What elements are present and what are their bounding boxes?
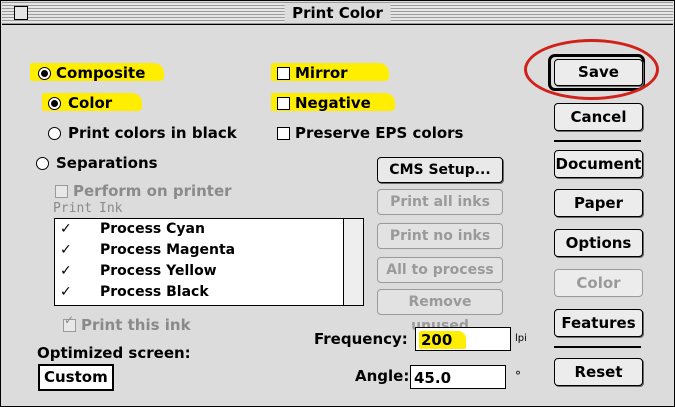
paper-button[interactable]: Paper — [554, 189, 643, 217]
reset-button[interactable]: Reset — [554, 358, 643, 386]
dialog-title: Print Color — [284, 3, 391, 23]
frequency-value: 200 — [419, 331, 467, 349]
negative-label: Negative — [295, 94, 371, 112]
frequency-label: Frequency: — [314, 330, 408, 348]
cms-setup-button[interactable]: CMS Setup... — [377, 157, 503, 183]
ink-name: Process Magenta — [100, 242, 236, 258]
angle-unit: ° — [515, 369, 521, 383]
optimized-screen-label: Optimized screen: — [37, 344, 191, 362]
all-to-process-button[interactable]: All to process — [377, 257, 503, 283]
separations-label: Separations — [56, 154, 158, 172]
frequency-unit: lpi — [515, 333, 527, 344]
optimized-screen-popup[interactable]: Custom — [38, 364, 114, 391]
ink-list[interactable]: ✓ Process Cyan ✓ Process Magenta ✓ Proce… — [54, 218, 364, 306]
title-bar[interactable]: Print Color — [2, 2, 673, 25]
preserve-eps-label: Preserve EPS colors — [295, 124, 464, 142]
perform-on-printer-checkbox[interactable] — [55, 185, 68, 198]
preserve-eps-checkbox[interactable] — [277, 127, 290, 140]
close-box[interactable] — [14, 6, 28, 20]
print-all-inks-button[interactable]: Print all inks — [377, 189, 503, 215]
button-separator — [554, 346, 641, 348]
print-this-ink-check-icon: ✓ — [64, 313, 75, 327]
options-button[interactable]: Options — [554, 229, 643, 257]
ink-row[interactable]: ✓ Process Cyan — [55, 219, 345, 240]
color-button[interactable]: Color — [554, 269, 643, 297]
perform-on-printer-label: Perform on printer — [73, 182, 232, 200]
composite-radio[interactable] — [38, 67, 51, 80]
cancel-button[interactable]: Cancel — [554, 103, 643, 131]
ink-row[interactable]: ✓ Process Magenta — [55, 240, 345, 261]
annotation-circle — [524, 39, 659, 100]
angle-label: Angle: — [355, 367, 410, 385]
color-radio[interactable] — [48, 97, 61, 110]
composite-label: Composite — [56, 64, 146, 82]
ink-row[interactable]: ✓ Process Yellow — [55, 261, 345, 282]
remove-unused-button[interactable]: Remove unused — [377, 289, 503, 334]
document-button[interactable]: Document — [554, 150, 643, 178]
print-this-ink-label: Print this ink — [81, 316, 191, 334]
print-no-inks-button[interactable]: Print no inks — [377, 223, 503, 249]
ink-list-scrollbar[interactable] — [343, 219, 363, 305]
ink-check-mark[interactable]: ✓ — [60, 261, 72, 282]
print-colors-in-black-label: Print colors in black — [68, 124, 237, 142]
angle-field[interactable]: 45.0 — [410, 365, 506, 389]
color-label: Color — [68, 94, 113, 112]
print-colors-in-black-radio[interactable] — [48, 127, 61, 140]
ink-name: Process Yellow — [100, 263, 217, 279]
mirror-checkbox[interactable] — [277, 67, 290, 80]
negative-checkbox[interactable] — [277, 97, 290, 110]
ink-check-mark[interactable]: ✓ — [60, 282, 72, 303]
ink-name: Process Cyan — [100, 221, 205, 237]
frequency-field[interactable]: 200 — [415, 327, 511, 351]
ink-check-mark[interactable]: ✓ — [60, 219, 72, 240]
ink-header-print: Print — [53, 201, 93, 216]
print-color-dialog: Print Color Composite Color Print colors… — [0, 0, 675, 407]
ink-name: Process Black — [100, 284, 209, 300]
angle-value: 45.0 — [414, 369, 452, 387]
button-separator — [554, 140, 641, 142]
features-button[interactable]: Features — [554, 309, 643, 337]
separations-radio[interactable] — [36, 157, 49, 170]
ink-check-mark[interactable]: ✓ — [60, 240, 72, 261]
ink-row[interactable]: ✓ Process Black — [55, 282, 345, 303]
mirror-label: Mirror — [295, 64, 348, 82]
ink-header-ink: Ink — [99, 201, 123, 216]
